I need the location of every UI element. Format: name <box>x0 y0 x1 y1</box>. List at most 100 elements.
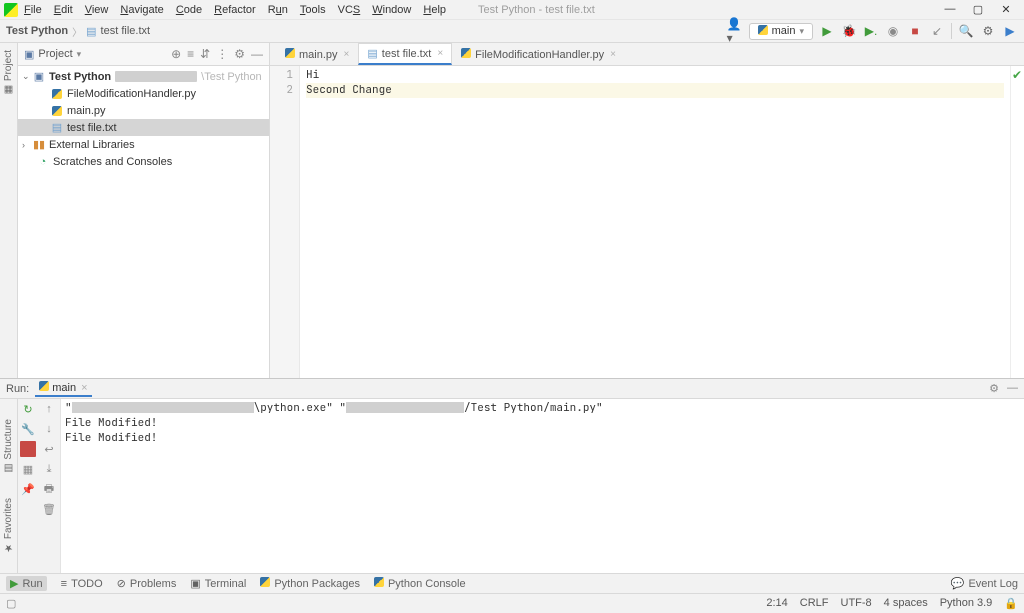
down-stack-icon[interactable]: ↓ <box>41 421 57 437</box>
window-minimize-icon[interactable]: — <box>944 3 956 16</box>
editor-error-stripe[interactable]: ✔ <box>1010 66 1024 378</box>
code-editor[interactable]: Hi Second Change <box>300 66 1010 378</box>
close-tab-icon[interactable]: × <box>610 49 616 60</box>
project-tool-icon: ▦ <box>3 84 14 95</box>
run-console[interactable]: "\python.exe" "/Test Python/main.py" Fil… <box>60 399 1024 573</box>
tree-expand-icon[interactable]: ⌄ <box>22 71 32 82</box>
python-icon <box>374 577 384 590</box>
run-tool-icon: ▶ <box>10 577 18 590</box>
run-anything-icon[interactable]: ▶ <box>1002 23 1018 39</box>
menu-navigate[interactable]: Navigate <box>120 4 163 16</box>
menu-view[interactable]: View <box>85 4 109 16</box>
stop-icon[interactable] <box>20 441 36 457</box>
menu-edit[interactable]: Edit <box>54 4 73 16</box>
run-tab-label: main <box>52 382 76 394</box>
status-caret-position[interactable]: 2:14 <box>766 597 787 610</box>
toolwindow-event-log[interactable]: Event Log <box>968 578 1018 590</box>
expand-all-icon[interactable]: ≡ <box>187 47 194 61</box>
run-coverage-icon[interactable]: ▶. <box>863 23 879 39</box>
hide-tool-icon[interactable]: — <box>251 47 263 61</box>
scroll-end-icon[interactable]: ⤓ <box>41 461 57 477</box>
stop-button-icon[interactable]: ■ <box>907 23 923 39</box>
tool-tab-structure[interactable]: ▤Structure <box>3 419 14 474</box>
run-tab[interactable]: main × <box>35 380 91 397</box>
close-tab-icon[interactable]: × <box>437 48 443 59</box>
status-line-separator[interactable]: CRLF <box>800 597 829 610</box>
profile-icon[interactable]: ◉ <box>885 23 901 39</box>
toolwindow-python-packages[interactable]: Python Packages <box>260 577 360 590</box>
tree-expand-icon[interactable]: › <box>22 140 32 150</box>
folder-icon: ▣ <box>24 48 34 61</box>
python-icon <box>260 577 270 590</box>
tree-file-selected[interactable]: ▤ test file.txt <box>18 119 269 136</box>
tree-external-libs[interactable]: › ▮▮ External Libraries <box>18 136 269 153</box>
window-maximize-icon[interactable]: ▢ <box>972 3 984 16</box>
chevron-down-icon: ▾ <box>77 49 82 60</box>
tool-tab-favorites[interactable]: ★Favorites <box>3 498 14 553</box>
add-config-icon[interactable]: 👤▾ <box>727 23 743 39</box>
rerun-icon[interactable]: ↻ <box>20 401 36 417</box>
status-tool-window-icon[interactable]: ▢ <box>6 597 16 610</box>
editor-tab[interactable]: FileModificationHandler.py × <box>452 43 625 65</box>
tree-file[interactable]: main.py <box>18 102 269 119</box>
select-opened-file-icon[interactable]: ⊕ <box>171 47 181 61</box>
close-tab-icon[interactable]: × <box>81 382 87 394</box>
gear-icon[interactable]: ⚙ <box>989 382 999 395</box>
editor-tab-active[interactable]: ▤ test file.txt × <box>358 43 452 65</box>
menu-tools[interactable]: Tools <box>300 4 326 16</box>
pin-icon[interactable]: 📌 <box>20 481 36 497</box>
status-indent[interactable]: 4 spaces <box>884 597 928 610</box>
layout-icon[interactable]: ▦ <box>20 461 36 477</box>
project-view-label: Project <box>38 48 72 60</box>
soft-wrap-icon[interactable]: ↩ <box>41 441 57 457</box>
breadcrumb-file[interactable]: ▤ test file.txt <box>86 25 150 38</box>
status-encoding[interactable]: UTF-8 <box>841 597 872 610</box>
show-options-icon[interactable]: ⋮ <box>216 47 228 61</box>
run-settings-icon[interactable]: 🔧 <box>20 421 36 437</box>
scratch-icon: ◔ <box>36 156 50 168</box>
menu-refactor[interactable]: Refactor <box>214 4 256 16</box>
menu-run[interactable]: Run <box>268 4 288 16</box>
event-log-icon: 💬 <box>951 577 965 590</box>
menu-window[interactable]: Window <box>372 4 411 16</box>
tool-tab-project[interactable]: ▦Project <box>3 46 14 99</box>
tree-external-label: External Libraries <box>49 139 135 151</box>
collapse-all-icon[interactable]: ⇵ <box>200 47 210 61</box>
tree-file-label: main.py <box>67 105 106 117</box>
clear-icon[interactable]: 🗑 <box>41 501 57 517</box>
tree-scratches-label: Scratches and Consoles <box>53 156 172 168</box>
status-interpreter[interactable]: Python 3.9 <box>940 597 993 610</box>
status-lock-icon[interactable]: 🔒 <box>1004 597 1018 610</box>
close-tab-icon[interactable]: × <box>344 49 350 60</box>
settings-icon[interactable]: ⚙ <box>980 23 996 39</box>
menu-code[interactable]: Code <box>176 4 202 16</box>
menu-vcs[interactable]: VCS <box>338 4 361 16</box>
hide-tool-icon[interactable]: — <box>1007 382 1018 395</box>
run-config-selector[interactable]: main ▾ <box>749 23 813 40</box>
vcs-update-icon[interactable]: ↙ <box>929 23 945 39</box>
toolwindow-todo[interactable]: ≡TODO <box>61 578 103 590</box>
menu-file[interactable]: File <box>24 4 42 16</box>
window-close-icon[interactable]: ✕ <box>1000 3 1012 16</box>
tree-file[interactable]: FileModificationHandler.py <box>18 85 269 102</box>
project-view-selector[interactable]: ▣ Project ▾ <box>24 48 81 61</box>
gear-icon[interactable]: ⚙ <box>234 47 245 61</box>
debug-button-icon[interactable]: 🐞 <box>841 23 857 39</box>
menu-help[interactable]: Help <box>423 4 446 16</box>
up-stack-icon[interactable]: ↑ <box>41 401 57 417</box>
toolwindow-python-console[interactable]: Python Console <box>374 577 466 590</box>
separator <box>951 23 952 39</box>
tree-root[interactable]: ⌄ ▣ Test Python \Test Python <box>18 68 269 85</box>
toolwindow-terminal[interactable]: ▣Terminal <box>190 577 246 590</box>
run-button-icon[interactable]: ▶ <box>819 23 835 39</box>
print-icon[interactable]: 🖶 <box>41 481 57 497</box>
editor-tab[interactable]: main.py × <box>276 43 358 65</box>
toolwindow-run[interactable]: ▶Run <box>6 576 47 591</box>
project-tree[interactable]: ⌄ ▣ Test Python \Test Python FileModific… <box>18 66 269 378</box>
inspection-ok-icon[interactable]: ✔ <box>1012 68 1022 82</box>
tree-scratches[interactable]: ◔ Scratches and Consoles <box>18 153 269 170</box>
breadcrumb-project[interactable]: Test Python <box>6 25 68 37</box>
search-icon[interactable]: 🔍 <box>958 23 974 39</box>
tree-file-label: FileModificationHandler.py <box>67 88 196 100</box>
toolwindow-problems[interactable]: ⊘Problems <box>117 577 177 590</box>
